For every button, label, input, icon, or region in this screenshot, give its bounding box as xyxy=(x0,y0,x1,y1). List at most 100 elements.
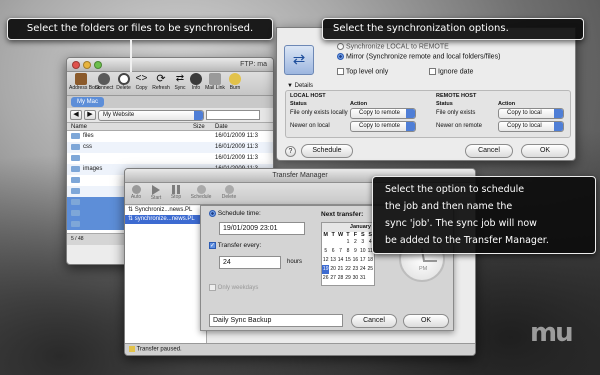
file-date: 16/01/2009 11:3 xyxy=(215,133,258,139)
table-row[interactable]: 16/01/2009 11:3 xyxy=(67,153,273,164)
file-transfer-icon: ⇅ xyxy=(128,207,134,213)
folder-icon xyxy=(71,166,80,172)
calendar-day[interactable]: 17 xyxy=(359,256,366,265)
schedule-button[interactable]: Schedule xyxy=(301,144,353,158)
back-button[interactable]: ◀ xyxy=(70,110,82,120)
calendar-day[interactable]: 22 xyxy=(344,265,351,274)
calendar-day[interactable]: 28 xyxy=(337,274,344,283)
mail-link-icon xyxy=(209,73,221,85)
transfer-schedule-button[interactable]: Schedule xyxy=(189,185,213,202)
ftp-window-titlebar[interactable]: FTP: ma xyxy=(67,58,273,72)
file-list-header: Name Size Date xyxy=(67,122,273,131)
local-status-header: Status xyxy=(290,101,307,107)
toolbar-sync-button[interactable]: ⇄ Sync xyxy=(172,73,188,95)
checkbox-checked[interactable]: ✓ xyxy=(209,242,216,249)
delete-icon xyxy=(224,185,234,194)
transfer-item[interactable]: ⇅ Synchroniz...news.PL xyxy=(125,206,206,215)
transfer-auto-button[interactable]: Auto xyxy=(129,185,143,202)
calendar-day[interactable]: 13 xyxy=(329,256,336,265)
calendar-day[interactable]: 15 xyxy=(344,256,351,265)
calendar-day[interactable]: 9 xyxy=(352,247,359,256)
calendar-day[interactable]: 2 xyxy=(352,238,359,247)
schedule-cancel-button[interactable]: Cancel xyxy=(351,314,397,328)
column-date-header[interactable]: Date xyxy=(215,124,228,130)
zoom-window-button[interactable] xyxy=(94,61,102,69)
radio-local-to-remote-button[interactable] xyxy=(337,43,344,50)
calendar-day[interactable]: 30 xyxy=(352,274,359,283)
calendar-week: 12 13 14 15 16 17 18 xyxy=(322,256,374,265)
toolbar-refresh-button[interactable]: ⟳ Refresh xyxy=(151,73,171,95)
minimize-window-button[interactable] xyxy=(83,61,91,69)
calendar-day[interactable]: 18 xyxy=(367,256,374,265)
checkbox-box[interactable] xyxy=(337,68,344,75)
calendar-week: 1234 xyxy=(322,238,374,247)
checkbox-disabled[interactable] xyxy=(209,284,216,291)
local-action-select-1[interactable]: Copy to remote xyxy=(350,108,416,119)
calendar-day[interactable]: 1 xyxy=(344,238,351,247)
remote-action-select-1[interactable]: Copy to local xyxy=(498,108,564,119)
calendar-day[interactable]: 5 xyxy=(322,247,329,256)
schedule-time-checkbox[interactable]: Schedule time: xyxy=(209,210,261,217)
transfer-every-field[interactable]: 24 xyxy=(219,256,281,269)
calendar-day[interactable]: 8 xyxy=(344,247,351,256)
path-select[interactable]: My Website xyxy=(98,109,204,121)
ignore-date-checkbox[interactable]: Ignore date xyxy=(429,68,473,75)
toolbar-burn-button[interactable]: Burn xyxy=(227,73,243,95)
calendar-day[interactable]: 6 xyxy=(329,247,336,256)
details-disclosure[interactable]: ▼ Details xyxy=(287,83,313,89)
radio-mirror-button[interactable] xyxy=(337,53,344,60)
calendar-day[interactable]: 25 xyxy=(367,265,374,274)
checkbox-box[interactable] xyxy=(429,68,436,75)
radio-selected[interactable] xyxy=(209,210,216,217)
help-button[interactable]: ? xyxy=(285,146,296,157)
filter-input[interactable] xyxy=(206,110,260,120)
calendar-day[interactable]: 23 xyxy=(352,265,359,274)
calendar-day[interactable]: 29 xyxy=(344,274,351,283)
calendar-day[interactable]: 14 xyxy=(337,256,344,265)
calendar-day[interactable]: 24 xyxy=(359,265,366,274)
local-action-select-2[interactable]: Copy to remote xyxy=(350,121,416,132)
calendar-day[interactable]: 26 xyxy=(322,274,329,283)
toolbar-connect-button[interactable]: Connect xyxy=(94,73,114,95)
ftp-window-title: FTP: ma xyxy=(240,61,267,68)
table-row[interactable]: files 16/01/2009 11:3 xyxy=(67,131,273,142)
remote-action-select-2[interactable]: Copy to local xyxy=(498,121,564,132)
table-row[interactable]: css 16/01/2009 11:3 xyxy=(67,142,273,153)
calendar-day[interactable]: 21 xyxy=(337,265,344,274)
calendar-day[interactable]: 27 xyxy=(329,274,336,283)
item-count: 5 / 48 xyxy=(71,236,84,242)
tab-my-mac[interactable]: My Mac xyxy=(71,97,104,107)
radio-local-to-remote[interactable]: Synchronize LOCAL to REMOTE xyxy=(337,43,449,50)
transfer-item[interactable]: ⇅ synchronize...news.PL xyxy=(125,215,206,224)
calendar-day[interactable]: 16 xyxy=(352,256,359,265)
transfer-every-checkbox[interactable]: ✓ Transfer every: xyxy=(209,242,261,249)
column-name-header[interactable]: Name xyxy=(71,124,87,130)
top-level-only-checkbox[interactable]: Top level only xyxy=(337,68,388,75)
toolbar-info-button[interactable]: Info xyxy=(189,73,203,95)
calendar-day[interactable]: 7 xyxy=(337,247,344,256)
calendar-day[interactable]: 10 xyxy=(359,247,366,256)
calendar-day[interactable]: 20 xyxy=(329,265,336,274)
calendar-day[interactable]: 12 xyxy=(322,256,329,265)
transfer-delete-button[interactable]: Delete xyxy=(219,185,239,202)
radio-mirror[interactable]: Mirror (Synchronize remote and local fol… xyxy=(337,53,500,60)
forward-button[interactable]: ▶ xyxy=(84,110,96,120)
toolbar-copy-button[interactable]: <> Copy xyxy=(133,73,150,95)
calendar-day[interactable]: 31 xyxy=(359,274,366,283)
calendar-day[interactable]: 3 xyxy=(359,238,366,247)
transfer-start-button[interactable]: Start xyxy=(149,185,163,202)
toolbar-mail-link-button[interactable]: Mail Link xyxy=(204,73,226,95)
schedule-time-field[interactable]: 19/01/2009 23:01 xyxy=(219,222,305,235)
transfer-stop-button[interactable]: Stop xyxy=(169,185,183,202)
sync-ok-button[interactable]: OK xyxy=(521,144,569,158)
schedule-ok-button[interactable]: OK xyxy=(403,314,449,328)
close-window-button[interactable] xyxy=(72,61,80,69)
job-name-field[interactable]: Daily Sync Backup xyxy=(209,314,343,327)
calendar-day[interactable]: 19 xyxy=(322,265,330,274)
column-size-header[interactable]: Size xyxy=(193,124,205,130)
only-weekdays-checkbox[interactable]: Only weekdays xyxy=(209,284,258,291)
calendar[interactable]: January MTWTFSS 1 2 3 4 5 6 7 8 9 10 11 12 13 14 15 16 1… xyxy=(321,222,375,286)
toolbar-delete-button[interactable]: Delete xyxy=(115,73,132,95)
toolbar-address-book-button[interactable]: Address Book xyxy=(69,73,100,95)
sync-cancel-button[interactable]: Cancel xyxy=(465,144,513,158)
